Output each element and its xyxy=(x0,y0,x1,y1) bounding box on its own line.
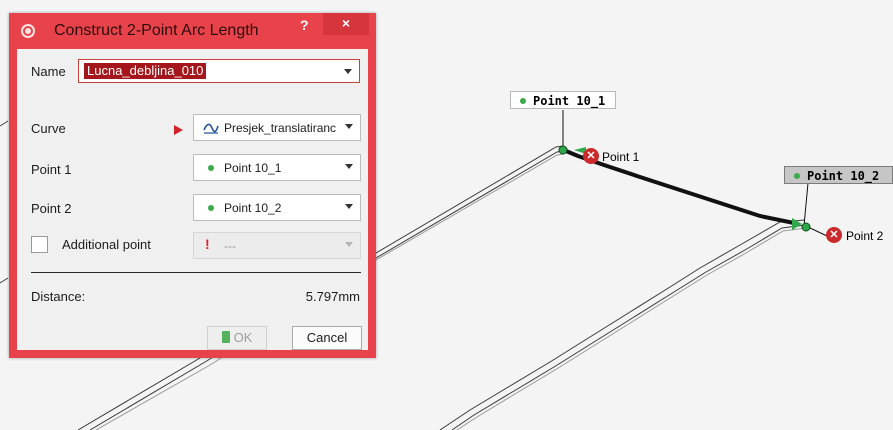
exclamation-icon: ! xyxy=(205,236,210,252)
point-dot-icon xyxy=(208,205,214,211)
chevron-down-icon xyxy=(345,164,353,169)
point-10-2-label[interactable]: Point 10_2 xyxy=(784,166,893,184)
close-button[interactable]: × xyxy=(323,13,369,35)
error-icon: ✕ xyxy=(583,148,599,164)
point1-select[interactable]: Point 10_1 xyxy=(193,154,361,181)
separator xyxy=(31,272,361,273)
curve-icon xyxy=(203,123,219,134)
required-flag-icon xyxy=(174,125,183,135)
arrowhead-end-icon xyxy=(792,218,802,230)
point-dot-icon xyxy=(520,98,526,104)
point1-label: Point 1 xyxy=(31,162,72,177)
chevron-down-icon xyxy=(345,204,353,209)
additional-point-label: Additional point xyxy=(62,237,151,252)
distance-label: Distance: xyxy=(31,289,86,304)
chevron-down-icon xyxy=(345,242,353,247)
curve-select-value: Presjek_translatiranc xyxy=(224,121,336,135)
point1-select-value: Point 10_1 xyxy=(224,161,282,175)
point2-select[interactable]: Point 10_2 xyxy=(193,194,361,221)
dialog-title: Construct 2-Point Arc Length xyxy=(54,22,259,39)
point-dot-icon xyxy=(794,173,800,179)
point-10-2-marker[interactable] xyxy=(801,222,811,232)
dialog-titlebar[interactable]: Construct 2-Point Arc Length ? × xyxy=(9,13,376,49)
ok-button[interactable]: OK xyxy=(207,326,267,350)
point-10-1-marker[interactable] xyxy=(558,145,568,155)
curve-label: Curve xyxy=(31,121,66,136)
construct-arc-length-dialog: Construct 2-Point Arc Length ? × Name Lu… xyxy=(9,13,376,358)
name-input-value: Lucna_debljina_010 xyxy=(84,63,207,79)
name-label: Name xyxy=(31,64,66,79)
name-input[interactable]: Lucna_debljina_010 xyxy=(78,59,360,83)
point2-select-value: Point 10_2 xyxy=(224,201,282,215)
point-10-1-label[interactable]: Point 10_1 xyxy=(510,91,616,109)
additional-point-checkbox[interactable] xyxy=(31,236,48,253)
point2-label: Point 2 xyxy=(31,201,72,216)
dialog-body: Name Lucna_debljina_010 Curve Presjek_tr… xyxy=(17,49,368,350)
distance-value: 5.797mm xyxy=(305,289,360,304)
point-dot-icon xyxy=(208,165,214,171)
cancel-button[interactable]: Cancel xyxy=(292,326,362,350)
marker-point-2-label: Point 2 xyxy=(846,229,884,243)
marker-point-1-label: Point 1 xyxy=(602,150,640,164)
help-button[interactable]: ? xyxy=(300,17,309,33)
ok-icon xyxy=(221,331,230,343)
curve-select[interactable]: Presjek_translatiranc xyxy=(193,114,361,141)
chevron-down-icon[interactable] xyxy=(344,69,352,74)
additional-point-value: --- xyxy=(224,239,236,253)
chevron-down-icon xyxy=(345,124,353,129)
additional-point-select: ! --- xyxy=(193,232,361,259)
construct-icon xyxy=(21,24,35,38)
error-icon: ✕ xyxy=(826,227,842,243)
